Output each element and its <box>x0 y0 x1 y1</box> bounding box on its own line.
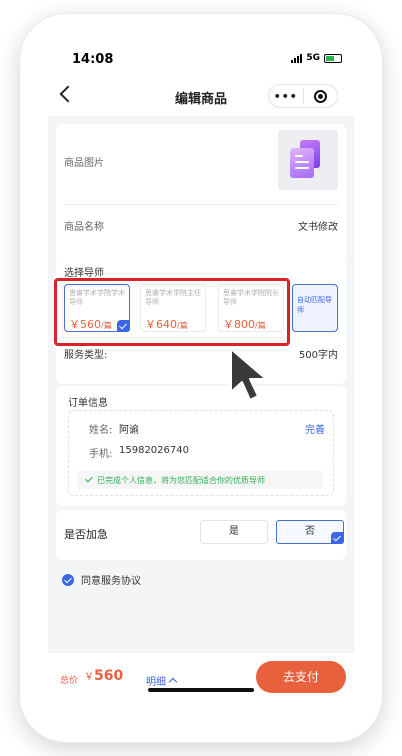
edit-info-link[interactable]: 完善 <box>305 421 325 436</box>
product-name-label: 商品名称 <box>64 222 104 233</box>
miniapp-capsule: ••• <box>268 84 338 108</box>
status-indicators: 5G <box>291 53 342 63</box>
checkout-bar: 总价 ￥560 明细 去支付 <box>48 652 354 710</box>
nav-bar: 编辑商品 ••• <box>48 76 354 116</box>
agreement-text[interactable]: 同意服务协议 <box>81 572 141 587</box>
battery-icon <box>324 53 342 63</box>
agree-check-icon[interactable] <box>62 573 74 586</box>
home-indicator <box>148 688 254 692</box>
order-info-title: 订单信息 <box>68 398 108 409</box>
chevron-up-icon <box>168 677 178 687</box>
app-screen: 14:08 5G 编辑商品 ••• 商品图片 商品名称 文书修改 选择导师 思睿… <box>48 46 354 710</box>
product-image[interactable] <box>278 130 338 190</box>
service-type-value[interactable]: 500字内 <box>299 346 338 361</box>
service-type-label: 服务类型: <box>64 350 108 361</box>
close-miniapp-button[interactable] <box>304 89 338 103</box>
target-icon <box>313 89 327 103</box>
info-complete-notice: 已完成个人信息，将为您匹配适合你的优质导师 <box>77 471 323 489</box>
document-front-icon <box>290 148 314 178</box>
urgent-option-no[interactable]: 否 <box>276 520 344 544</box>
check-icon <box>331 532 344 544</box>
product-image-label: 商品图片 <box>64 158 104 169</box>
total-amount: ￥560 <box>84 668 124 684</box>
auto-match-button[interactable]: 自动匹配导师 <box>292 284 338 332</box>
product-name-value[interactable]: 文书修改 <box>298 218 338 233</box>
urgent-card: 是否加急 是 否 <box>56 510 346 560</box>
highlight-box <box>54 278 290 346</box>
status-bar: 14:08 5G <box>48 46 354 76</box>
network-type: 5G <box>306 53 320 63</box>
check-icon <box>85 474 93 483</box>
detail-link[interactable]: 明细 <box>146 673 178 688</box>
phone-label: 手机: <box>89 449 113 460</box>
order-info-card: 订单信息 姓名: 阿谕 完善 手机: 15982026740 已完成个人信息，将… <box>56 386 346 506</box>
phone-value: 15982026740 <box>119 445 189 456</box>
contact-info-box: 姓名: 阿谕 完善 手机: 15982026740 已完成个人信息，将为您匹配适… <box>68 410 334 496</box>
urgent-label: 是否加急 <box>64 528 108 541</box>
name-value: 阿谕 <box>119 425 139 436</box>
more-icon[interactable]: ••• <box>269 90 303 103</box>
urgent-option-yes[interactable]: 是 <box>200 520 268 544</box>
product-card: 商品图片 商品名称 文书修改 <box>56 124 346 260</box>
status-time: 14:08 <box>72 52 114 67</box>
signal-icon <box>291 53 303 63</box>
total-label: 总价 <box>60 676 79 686</box>
divider <box>64 204 338 205</box>
agreement-row[interactable]: 同意服务协议 <box>62 572 141 587</box>
pay-button[interactable]: 去支付 <box>256 661 346 693</box>
tutor-section-title: 选择导师 <box>64 268 104 279</box>
cursor-icon <box>230 348 267 401</box>
name-label: 姓名: <box>89 425 113 436</box>
